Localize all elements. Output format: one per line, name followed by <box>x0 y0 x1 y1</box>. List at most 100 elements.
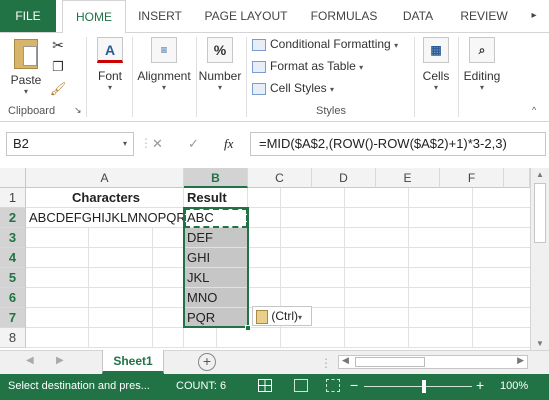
conditional-formatting-button[interactable]: Conditional Formatting ▾ <box>252 37 398 51</box>
hscroll-split-icon[interactable]: ⋮ <box>320 356 332 370</box>
editing-label: Editing <box>463 69 501 83</box>
zoom-slider-thumb[interactable] <box>422 380 426 393</box>
chevron-down-icon: ▾ <box>359 63 364 72</box>
more-icon: ⋮ <box>140 136 152 150</box>
tab-file[interactable]: FILE <box>0 0 56 32</box>
chevron-down-icon: ▾ <box>161 83 166 92</box>
scroll-right-icon[interactable]: ▶ <box>517 355 524 366</box>
alignment-label: Alignment <box>137 69 191 83</box>
conditional-formatting-icon <box>252 38 266 51</box>
copy-marquee-border <box>184 208 248 228</box>
number-label: Number <box>198 69 242 83</box>
sheet-next-icon[interactable]: ▶ <box>56 355 64 366</box>
paste-options-label: (Ctrl) <box>271 309 298 323</box>
number-button[interactable]: % Number ▾ <box>198 37 242 92</box>
normal-view-icon[interactable] <box>258 379 272 392</box>
chevron-down-icon: ▾ <box>394 41 399 50</box>
more-tabs-icon[interactable]: ▸ <box>524 0 544 32</box>
column-header-a[interactable]: A <box>26 168 184 188</box>
formula-input[interactable]: =MID($A$2,(ROW()-ROW($A$2)+1)*3-2,3) <box>250 132 546 156</box>
font-label: Font <box>97 69 122 83</box>
chevron-down-icon: ▾ <box>298 313 303 322</box>
add-sheet-icon[interactable]: + <box>198 353 216 371</box>
row-header-3[interactable]: 3 <box>0 228 26 248</box>
scroll-thumb[interactable] <box>534 183 546 243</box>
cell-b1[interactable]: Result <box>184 188 248 208</box>
zoom-level: 100% <box>500 380 529 392</box>
cell-a1[interactable]: Characters <box>26 188 184 208</box>
alignment-button[interactable]: ≡ Alignment ▾ <box>134 37 194 92</box>
column-header-g[interactable] <box>504 168 530 188</box>
page-break-view-icon[interactable] <box>326 379 340 392</box>
chevron-down-icon[interactable]: ▾ <box>123 133 127 155</box>
tab-page-layout[interactable]: PAGE LAYOUT <box>196 0 296 32</box>
tab-home[interactable]: HOME <box>62 0 126 33</box>
fill-handle[interactable] <box>245 325 251 331</box>
scroll-up-icon[interactable]: ▲ <box>531 170 549 179</box>
zoom-in-icon[interactable]: + <box>476 377 484 393</box>
ribbon: Paste ▾ ✂ ❐ 🖌 Clipboard ↘ A Font ▾ ≡ Ali… <box>0 32 549 122</box>
copy-icon[interactable]: ❐ <box>48 59 68 75</box>
editing-button[interactable]: ⌕ Editing ▾ <box>460 37 504 92</box>
vertical-scrollbar[interactable]: ▲ ▼ <box>530 168 549 350</box>
tab-review[interactable]: REVIEW <box>452 0 516 32</box>
row-header-8[interactable]: 8 <box>0 328 26 348</box>
row-header-5[interactable]: 5 <box>0 268 26 288</box>
percent-icon: % <box>207 37 233 63</box>
tab-insert[interactable]: INSERT <box>130 0 190 32</box>
row-header-2[interactable]: 2 <box>0 208 26 228</box>
horizontal-scrollbar[interactable]: ◀ ▶ <box>338 355 528 369</box>
scroll-left-icon[interactable]: ◀ <box>342 355 349 366</box>
cancel-icon[interactable]: ✕ <box>152 136 163 152</box>
scroll-down-icon[interactable]: ▼ <box>536 339 544 348</box>
column-header-c[interactable]: C <box>248 168 312 188</box>
cell-styles-label: Cell Styles <box>270 81 327 95</box>
row-header-7[interactable]: 7 <box>0 308 26 328</box>
sheet-tab-bar: ◀ ▶ Sheet1 + ⋮ ◀ ▶ <box>0 350 549 374</box>
zoom-slider[interactable] <box>364 386 472 387</box>
column-header-f[interactable]: F <box>440 168 504 188</box>
font-button[interactable]: A Font ▾ <box>92 37 128 92</box>
chevron-down-icon: ▾ <box>107 83 112 92</box>
paste-options-button[interactable]: (Ctrl)▾ <box>252 306 312 326</box>
tab-data[interactable]: DATA <box>392 0 444 32</box>
align-icon: ≡ <box>151 37 177 63</box>
clipboard-group-label: Clipboard <box>8 105 56 117</box>
chevron-down-icon: ▾ <box>433 83 438 92</box>
cell-a2[interactable]: ABCDEFGHIJKLMNOPQR <box>26 208 186 228</box>
column-header-b[interactable]: B <box>184 168 248 188</box>
page-layout-view-icon[interactable] <box>294 379 308 392</box>
enter-icon[interactable]: ✓ <box>188 136 199 152</box>
cell-styles-icon <box>252 82 266 95</box>
chevron-down-icon: ▾ <box>479 83 484 92</box>
cells-button[interactable]: ▦ Cells ▾ <box>418 37 454 92</box>
column-header-d[interactable]: D <box>312 168 376 188</box>
paste-button[interactable]: Paste ▾ <box>8 39 44 96</box>
binoculars-icon: ⌕ <box>469 37 495 63</box>
row-header-6[interactable]: 6 <box>0 288 26 308</box>
name-box[interactable]: B2 ▾ <box>6 132 134 156</box>
sheet-tab-sheet1[interactable]: Sheet1 <box>102 350 164 374</box>
format-as-table-label: Format as Table <box>270 59 356 73</box>
row-header-4[interactable]: 4 <box>0 248 26 268</box>
zoom-out-icon[interactable]: − <box>350 377 358 393</box>
column-header-e[interactable]: E <box>376 168 440 188</box>
chevron-down-icon: ▾ <box>217 83 222 92</box>
dialog-launcher-icon[interactable]: ↘ <box>74 105 82 116</box>
collapse-ribbon-icon[interactable]: ^ <box>532 105 536 115</box>
ribbon-tabs: FILE HOME INSERT PAGE LAYOUT FORMULAS DA… <box>0 0 549 33</box>
select-all-corner[interactable] <box>0 168 26 188</box>
sheet-prev-icon[interactable]: ◀ <box>26 355 34 366</box>
format-painter-icon[interactable]: 🖌 <box>48 81 68 97</box>
row-header-1[interactable]: 1 <box>0 188 26 208</box>
format-as-table-button[interactable]: Format as Table ▾ <box>252 59 363 73</box>
cut-icon[interactable]: ✂ <box>48 37 68 54</box>
cell-styles-button[interactable]: Cell Styles ▾ <box>252 81 334 95</box>
hscroll-thumb[interactable] <box>355 357 425 367</box>
insert-function-icon[interactable]: fx <box>224 136 233 152</box>
cells-icon: ▦ <box>423 37 449 63</box>
name-box-value: B2 <box>13 136 29 151</box>
format-as-table-icon <box>252 60 266 73</box>
tab-formulas[interactable]: FORMULAS <box>302 0 386 32</box>
clipboard-icon <box>256 309 268 324</box>
